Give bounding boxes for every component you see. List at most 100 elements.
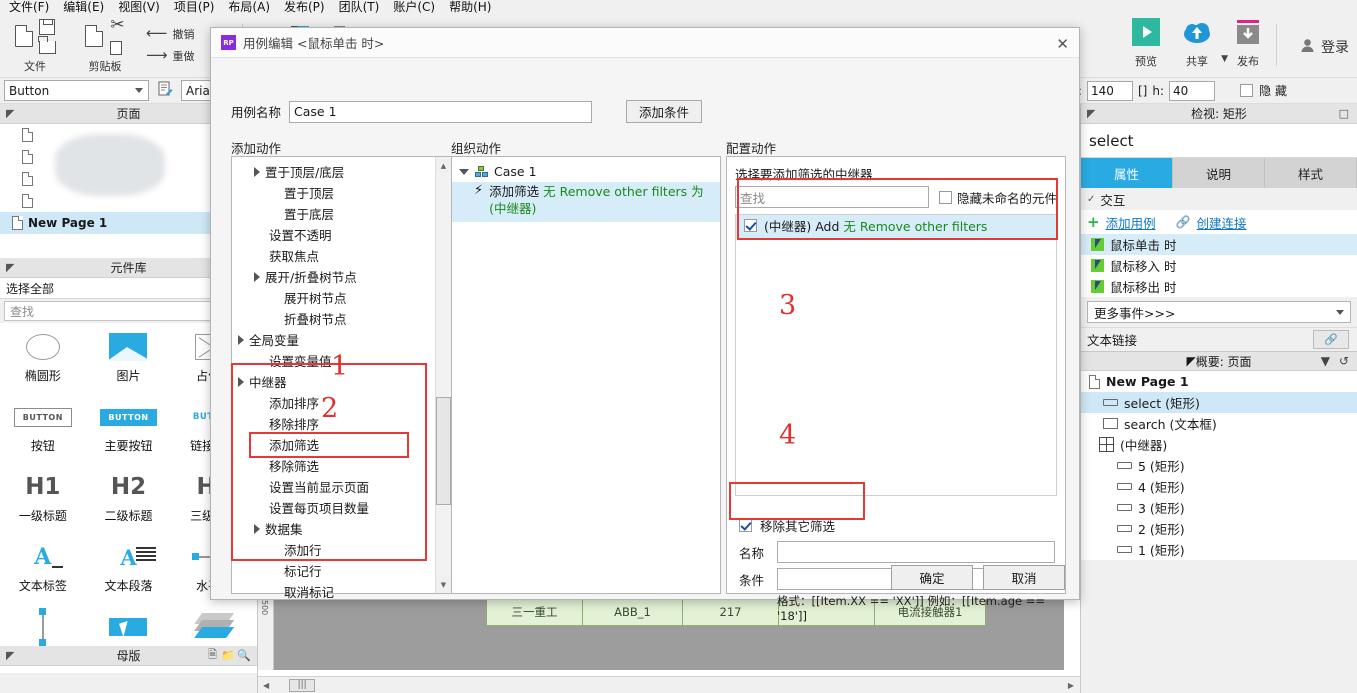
cancel-button[interactable]: 取消 bbox=[983, 565, 1065, 590]
scroll-right-arrow-icon[interactable]: ▶ bbox=[1068, 681, 1074, 690]
event-mouse-enter[interactable]: 鼠标移入 时 bbox=[1081, 255, 1357, 276]
create-link-link[interactable]: 创建连接 bbox=[1197, 213, 1247, 232]
undo-icon[interactable]: ⟵ bbox=[146, 24, 168, 42]
new-file-icon[interactable] bbox=[14, 25, 33, 47]
interaction-section-header[interactable]: ✓ 交互 bbox=[1081, 188, 1357, 210]
widget-h1[interactable]: H1 一级标题 bbox=[0, 463, 86, 533]
scroll-up-arrow-icon[interactable]: ▲ bbox=[436, 158, 451, 173]
outline-item-repeater[interactable]: (中继器) bbox=[1081, 434, 1357, 455]
widget-paragraph[interactable]: A 文本段落 bbox=[86, 533, 172, 603]
master-folder-icon[interactable]: 📁 bbox=[221, 649, 235, 662]
hidden-toggle[interactable]: 隐 藏 bbox=[1240, 82, 1287, 99]
lock-aspect-icon[interactable]: [] bbox=[1138, 84, 1147, 98]
preview-button[interactable]: 预览 bbox=[1132, 18, 1160, 69]
filter-name-input[interactable] bbox=[777, 541, 1055, 563]
action-node-global-variables[interactable]: 全局变量 bbox=[232, 329, 436, 350]
ok-button[interactable]: 确定 bbox=[891, 565, 973, 590]
action-node-focus[interactable]: 获取焦点 bbox=[232, 245, 436, 266]
publish-button[interactable]: 发布 bbox=[1234, 18, 1262, 69]
share-button[interactable]: 共享 bbox=[1182, 18, 1212, 69]
menu-item-project[interactable]: 项目(P) bbox=[167, 0, 222, 17]
widget-button[interactable]: BUTTON 按钮 bbox=[0, 393, 86, 463]
paste-page-icon[interactable] bbox=[85, 25, 104, 47]
action-node-mark-row[interactable]: 标记行 bbox=[232, 560, 436, 581]
outline-item-search[interactable]: search (文本框) bbox=[1081, 413, 1357, 434]
more-events-dropdown[interactable]: 更多事件>>> bbox=[1087, 301, 1351, 323]
remove-other-filters-checkbox[interactable] bbox=[739, 519, 752, 532]
tab-notes[interactable]: 说明 bbox=[1173, 158, 1265, 188]
tab-style[interactable]: 样式 bbox=[1265, 158, 1357, 188]
tab-properties[interactable]: 属性 bbox=[1081, 158, 1173, 188]
redo-icon[interactable]: ⟶ bbox=[146, 46, 168, 64]
filter-icon[interactable]: ▼ bbox=[1321, 354, 1330, 368]
login-button[interactable]: 登录 bbox=[1300, 37, 1349, 57]
case-name-input[interactable]: Case 1 bbox=[289, 100, 593, 123]
organize-action-row[interactable]: ⚡ 添加筛选 无 Remove other filters 为 (中继器) bbox=[452, 182, 720, 222]
widget-h2[interactable]: H2 二级标题 bbox=[86, 463, 172, 533]
close-icon[interactable]: ✕ bbox=[1056, 35, 1069, 53]
outline-item-5[interactable]: 5 (矩形) bbox=[1081, 455, 1357, 476]
menu-item-team[interactable]: 团队(T) bbox=[332, 0, 387, 17]
action-node-bring-to-front[interactable]: 置于顶层 bbox=[232, 182, 436, 203]
add-master-icon[interactable]: 🗎 bbox=[208, 646, 217, 665]
save-icon[interactable] bbox=[38, 18, 55, 35]
collapse-icon[interactable]: ◤ bbox=[1186, 354, 1195, 368]
widget-name-input[interactable]: select bbox=[1081, 124, 1357, 158]
refresh-icon[interactable]: ↺ bbox=[1339, 354, 1349, 368]
action-node-collapse-tree-node[interactable]: 折叠树节点 bbox=[232, 308, 436, 329]
cut-icon[interactable]: ✂ bbox=[110, 17, 124, 34]
action-tree-scrollbar[interactable] bbox=[435, 157, 452, 593]
outline-item-4[interactable]: 4 (矩形) bbox=[1081, 476, 1357, 497]
menu-item-publish[interactable]: 发布(P) bbox=[277, 0, 332, 17]
widget-image[interactable]: 图片 bbox=[86, 323, 172, 393]
event-mouse-click[interactable]: 鼠标单击 时 bbox=[1081, 234, 1357, 255]
open-folder-icon[interactable] bbox=[37, 35, 56, 54]
outline-item-select[interactable]: select (矩形) bbox=[1081, 392, 1357, 413]
copy-icon[interactable] bbox=[107, 39, 123, 55]
action-node-bring-to-front-back[interactable]: 置于顶层/底层 bbox=[232, 161, 436, 182]
outline-item-new-page-1[interactable]: New Page 1 bbox=[1081, 371, 1357, 392]
undo-label[interactable]: 撤销 bbox=[173, 26, 195, 42]
organize-case-row[interactable]: Case 1 bbox=[452, 161, 720, 182]
menu-item-account[interactable]: 账户(C) bbox=[386, 0, 442, 17]
publish-caret-icon[interactable]: ▼ bbox=[1221, 54, 1228, 64]
hidden-checkbox[interactable] bbox=[1240, 84, 1254, 97]
action-node-unmark-row[interactable]: 取消标记 bbox=[232, 581, 436, 602]
scroll-down-arrow-icon[interactable]: ▼ bbox=[436, 577, 451, 592]
menu-item-edit[interactable]: 编辑(E) bbox=[56, 0, 111, 17]
horizontal-scroll-thumb[interactable]: ||| bbox=[289, 678, 316, 692]
text-link-chain-icon[interactable]: 🔗 bbox=[1313, 330, 1349, 349]
h-field[interactable]: 40 bbox=[1169, 80, 1215, 101]
canvas-horizontal-scrollbar[interactable]: ◀ ||| ▶ bbox=[258, 676, 1080, 693]
action-node-expand-tree-node[interactable]: 展开树节点 bbox=[232, 287, 436, 308]
collapse-icon[interactable]: ◤ bbox=[6, 107, 14, 120]
scroll-left-arrow-icon[interactable]: ◀ bbox=[263, 681, 269, 690]
action-tree-scroll-thumb[interactable] bbox=[436, 397, 451, 505]
style-edit-icon[interactable] bbox=[157, 81, 173, 100]
event-mouse-leave[interactable]: 鼠标移出 时 bbox=[1081, 276, 1357, 297]
widget-text-label[interactable]: A 文本标签 bbox=[0, 533, 86, 603]
collapse-icon[interactable]: ◤ bbox=[1087, 107, 1095, 120]
outline-item-2[interactable]: 2 (矩形) bbox=[1081, 518, 1357, 539]
menu-item-layout[interactable]: 布局(A) bbox=[221, 0, 277, 17]
action-node-set-opacity[interactable]: 设置不透明 bbox=[232, 224, 436, 245]
menu-item-file[interactable]: 文件(F) bbox=[2, 0, 56, 17]
outline-item-3[interactable]: 3 (矩形) bbox=[1081, 497, 1357, 518]
w-field[interactable]: 140 bbox=[1086, 80, 1133, 101]
menu-item-help[interactable]: 帮助(H) bbox=[442, 0, 498, 17]
collapse-icon[interactable]: ◤ bbox=[6, 649, 14, 662]
master-search-icon[interactable]: 🔍 bbox=[237, 649, 251, 662]
add-case-link[interactable]: 添加用例 bbox=[1106, 213, 1156, 232]
collapse-icon[interactable]: ◤ bbox=[6, 261, 14, 274]
widget-ellipse[interactable]: 椭圆形 bbox=[0, 323, 86, 393]
repeater-list[interactable]: (中继器) Add 无 Remove other filters bbox=[735, 214, 1057, 496]
inspector-maximize-icon[interactable]: □ bbox=[1339, 107, 1349, 120]
action-node-send-to-back[interactable]: 置于底层 bbox=[232, 203, 436, 224]
action-node-expand-collapse-tree[interactable]: 展开/折叠树节点 bbox=[232, 266, 436, 287]
outline-item-1[interactable]: 1 (矩形) bbox=[1081, 539, 1357, 560]
widget-primary-button[interactable]: BUTTON 主要按钮 bbox=[86, 393, 172, 463]
organize-actions-panel[interactable]: Case 1 ⚡ 添加筛选 无 Remove other filters 为 (… bbox=[451, 156, 721, 594]
widget-style-combo[interactable]: Button bbox=[4, 80, 149, 101]
add-condition-button[interactable]: 添加条件 bbox=[626, 100, 703, 123]
redo-label[interactable]: 重做 bbox=[173, 48, 195, 64]
